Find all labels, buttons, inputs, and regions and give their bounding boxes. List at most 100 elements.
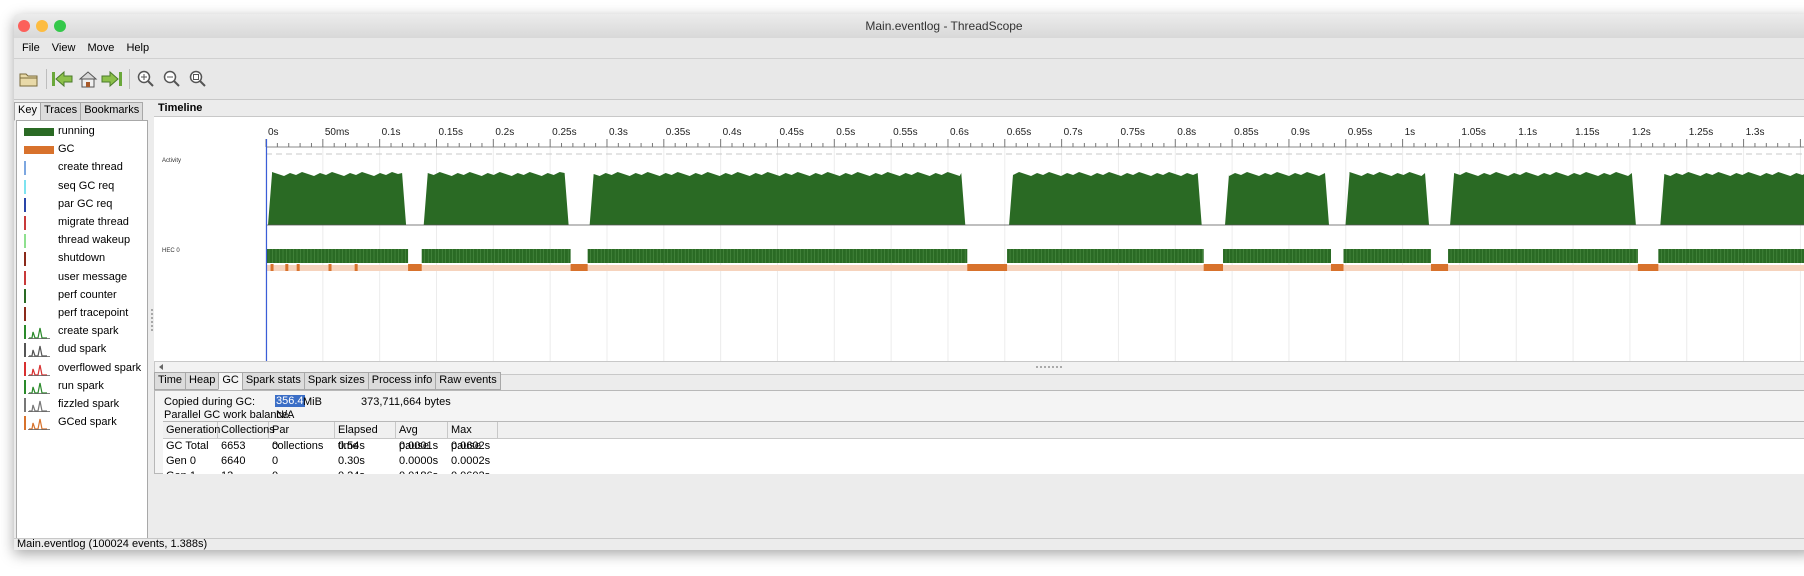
hec-gc-block <box>285 264 289 271</box>
title-bar: Main.eventlog - ThreadScope <box>14 14 1804 39</box>
status-bar: Main.eventlog (100024 events, 1.388s) <box>14 538 1804 550</box>
tab-spark-sizes[interactable]: Spark sizes <box>303 372 369 390</box>
key-swatch <box>24 288 26 303</box>
ruler-tick-label: 0.1s <box>382 127 401 138</box>
timeline-view[interactable]: 0s 50ms 0.1s 0.15s 0.2s 0.25s 0.3s 0.35s 0.4s 0.4… <box>154 116 1804 361</box>
tab-bookmarks[interactable]: Bookmarks <box>80 102 144 121</box>
hec-gc-block <box>270 264 274 271</box>
activity-label: Activity <box>162 158 181 164</box>
tab-gc[interactable]: GC <box>218 372 243 390</box>
gc-table-cell: Gen 0 <box>166 455 196 467</box>
splitter-grip-icon[interactable] <box>1035 364 1065 370</box>
home-button[interactable] <box>76 67 100 91</box>
key-item-label: create thread <box>58 161 123 174</box>
menu-view[interactable]: View <box>52 38 76 54</box>
key-item-label: running <box>58 125 95 137</box>
copied-label: Copied during GC: <box>164 396 256 408</box>
tab-key[interactable]: Key <box>14 102 41 121</box>
zoom-fit-button[interactable] <box>186 67 210 91</box>
key-item-label: perf tracepoint <box>58 307 129 319</box>
tab-spark-stats[interactable]: Spark stats <box>241 372 305 390</box>
ruler-tick-label: 0.15s <box>438 127 462 138</box>
hec-gc-block <box>1330 264 1344 271</box>
hec-running-segment <box>1007 249 1204 263</box>
tab-raw-events[interactable]: Raw events <box>435 372 501 390</box>
gc-column-header[interactable]: Avg pause <box>396 422 448 452</box>
hec-gc-block <box>354 264 358 271</box>
gc-table-cell: 0.0001s <box>399 440 439 452</box>
menu-bar: File View Move Help <box>14 38 1804 59</box>
hec-gc-block <box>1431 264 1449 271</box>
menu-help[interactable]: Help <box>126 38 149 54</box>
ruler-tick-label: 1.3s <box>1746 127 1765 138</box>
key-swatch <box>24 161 26 176</box>
ruler-tick-label: 0.95s <box>1348 127 1372 138</box>
hec-gc-block <box>408 264 422 271</box>
home-icon <box>78 71 98 88</box>
scroll-left-icon[interactable] <box>156 362 166 372</box>
ruler-tick-label: 1.05s <box>1461 127 1485 138</box>
menu-file[interactable]: File <box>22 38 40 54</box>
hec-running-segment <box>421 249 571 263</box>
hec-running-segment <box>266 249 409 263</box>
hec-label: HEC 0 <box>162 248 180 254</box>
gc-table-cell: 0.0000s <box>399 455 439 467</box>
zoom-fit-icon <box>189 70 206 87</box>
tab-process-info[interactable]: Process info <box>367 372 437 390</box>
key-item: overflowed spark <box>17 360 147 378</box>
ruler-tick-label: 0.8s <box>1177 127 1196 138</box>
key-item-label: migrate thread <box>58 216 129 228</box>
gc-column-header[interactable]: Collections <box>218 422 275 438</box>
key-list: running GC create thread seq GC req par GC r… <box>16 120 148 542</box>
timeline-canvas[interactable]: 0s 50ms 0.1s 0.15s 0.2s 0.25s 0.3s 0.35s 0.4s 0.4… <box>154 117 1804 361</box>
key-item-label: run spark <box>58 379 104 392</box>
open-icon <box>19 73 38 87</box>
key-swatch <box>24 216 26 230</box>
hec-gc-background <box>266 265 1804 271</box>
tab-traces[interactable]: Traces <box>39 102 82 121</box>
copied-mib-unit: MiB <box>303 396 322 408</box>
gc-table-cell: 6640 <box>221 455 246 467</box>
ruler-tick-label: 0.5s <box>836 127 855 138</box>
key-swatch <box>24 379 50 394</box>
key-item-label: create spark <box>58 325 119 338</box>
gc-column-header[interactable]: Elapsed time <box>335 422 396 452</box>
key-item: GC <box>17 141 147 159</box>
hec-gc-block <box>328 264 332 271</box>
ruler-tick-label: 0.65s <box>1007 127 1031 138</box>
key-item-label: user message <box>58 270 128 283</box>
open-button[interactable] <box>17 67 41 91</box>
key-item-label: par GC req <box>58 197 113 210</box>
jump-end-button[interactable] <box>100 67 124 91</box>
status-text: Main.eventlog (100024 events, 1.388s) <box>17 538 208 550</box>
key-item: fizzled spark <box>17 396 147 414</box>
hec-gc-block <box>1637 264 1659 271</box>
gc-column-header[interactable]: Generation <box>163 422 220 438</box>
key-item-label: GCed spark <box>58 416 117 429</box>
key-item-label: shutdown <box>58 252 106 265</box>
jump-start-button[interactable] <box>50 67 74 91</box>
tab-heap[interactable]: Heap <box>185 372 220 390</box>
ruler-tick-label: 0.3s <box>609 127 628 138</box>
key-item: user message <box>17 269 147 287</box>
tab-time[interactable]: Time <box>154 372 187 390</box>
gc-column-header[interactable]: Max pause <box>448 422 498 452</box>
toolbar-separator <box>129 69 130 89</box>
ruler-tick-label: 0.9s <box>1291 127 1310 138</box>
parallel-value: N/A <box>276 409 295 421</box>
jump-end-icon <box>101 70 122 88</box>
hec-running-segment <box>1223 249 1331 263</box>
ruler-tick-label: 50ms <box>325 127 349 138</box>
key-swatch <box>24 270 26 285</box>
timeline-title: Timeline <box>158 102 203 114</box>
zoom-in-button[interactable] <box>134 67 158 91</box>
ruler-tick-label: 0.6s <box>950 127 969 138</box>
right-pane: Timeline 0s 50ms 0.1s 0.15s 0.2s 0.25s 0.3s 0.3… <box>154 100 1804 542</box>
gc-table-cell: 6653 <box>221 440 246 452</box>
menu-move[interactable]: Move <box>88 38 115 54</box>
copied-mib-value[interactable]: 356.4 <box>275 395 305 407</box>
gc-table-cell: 0 <box>269 470 278 474</box>
zoom-out-button[interactable] <box>160 67 184 91</box>
gc-column-header[interactable]: Par collections <box>269 422 335 452</box>
left-pane: Key Traces Bookmarks running GC create threa… <box>14 100 150 542</box>
